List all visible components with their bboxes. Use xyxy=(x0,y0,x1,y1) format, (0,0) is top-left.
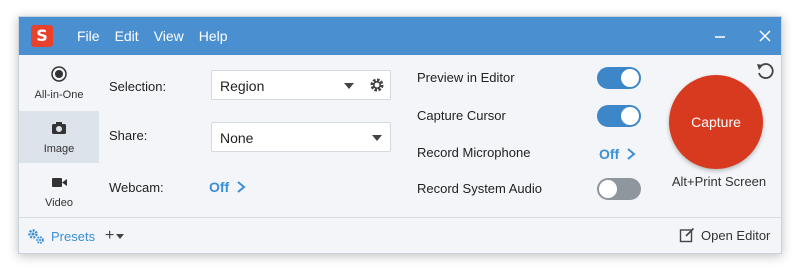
gears-icon xyxy=(28,229,44,244)
gear-icon[interactable] xyxy=(368,76,386,94)
mode-all-in-one[interactable]: All-in-One xyxy=(19,57,99,109)
reset-icon[interactable] xyxy=(755,61,775,81)
snagit-capture-window: S File Edit View Help All-in-One Image V… xyxy=(18,16,782,254)
menu-file[interactable]: File xyxy=(77,28,100,44)
video-camera-icon xyxy=(52,178,67,187)
share-value: None xyxy=(220,130,254,146)
selection-dropdown[interactable]: Region xyxy=(211,70,391,100)
record-microphone-toggle[interactable]: Off xyxy=(599,146,637,162)
open-editor-button[interactable]: Open Editor xyxy=(679,227,770,243)
presets-button[interactable]: Presets xyxy=(27,227,95,245)
capture-cursor-toggle[interactable] xyxy=(597,105,641,127)
mode-video[interactable]: Video xyxy=(19,165,99,217)
record-microphone-label: Record Microphone xyxy=(417,145,531,160)
mode-label: All-in-One xyxy=(34,89,84,101)
menu-edit[interactable]: Edit xyxy=(115,28,139,44)
share-label: Share: xyxy=(109,128,148,143)
preview-in-editor-label: Preview in Editor xyxy=(417,70,515,85)
add-preset-button[interactable]: + xyxy=(105,227,125,245)
mode-label: Video xyxy=(45,197,73,209)
snagit-logo: S xyxy=(31,25,53,47)
share-dropdown[interactable]: None xyxy=(211,122,391,152)
capture-button[interactable]: Capture xyxy=(669,75,763,169)
menu-bar: File Edit View Help xyxy=(77,17,243,55)
chevron-right-icon xyxy=(237,181,246,193)
webcam-toggle[interactable]: Off xyxy=(209,179,247,195)
capture-shortcut: Alt+Print Screen xyxy=(671,174,767,189)
record-system-audio-label: Record System Audio xyxy=(417,181,543,196)
capture-mode-sidebar: All-in-One Image Video xyxy=(19,55,99,217)
menu-view[interactable]: View xyxy=(154,28,184,44)
chevron-down-icon xyxy=(344,83,354,89)
mode-label: Image xyxy=(43,143,75,155)
webcam-label: Webcam: xyxy=(109,180,164,195)
close-icon xyxy=(759,30,771,42)
webcam-value: Off xyxy=(209,179,230,195)
record-system-audio-toggle[interactable] xyxy=(597,178,641,200)
camera-icon xyxy=(52,122,66,134)
selection-label: Selection: xyxy=(109,79,167,94)
chevron-down-icon xyxy=(372,135,382,141)
title-bar: S File Edit View Help xyxy=(19,17,781,55)
minimize-icon xyxy=(715,36,725,38)
preview-in-editor-toggle[interactable] xyxy=(597,67,641,89)
selection-value: Region xyxy=(220,78,265,94)
chevron-down-icon xyxy=(116,234,125,239)
minimize-button[interactable] xyxy=(709,25,731,47)
presets-label: Presets xyxy=(51,228,96,244)
capture-cursor-label: Capture Cursor xyxy=(417,108,506,123)
toggle-knob xyxy=(599,180,617,198)
close-button[interactable] xyxy=(754,25,776,47)
toggle-knob xyxy=(621,107,639,125)
footer-bar: Presets + Open Editor xyxy=(19,218,781,254)
record-microphone-value: Off xyxy=(599,146,620,162)
menu-help[interactable]: Help xyxy=(199,28,228,44)
mode-image[interactable]: Image xyxy=(19,111,99,163)
record-icon xyxy=(51,66,67,82)
open-editor-label: Open Editor xyxy=(701,227,771,243)
edit-icon xyxy=(679,227,695,243)
chevron-right-icon xyxy=(627,148,636,160)
plus-icon: + xyxy=(105,227,115,244)
toggle-knob xyxy=(621,69,639,87)
